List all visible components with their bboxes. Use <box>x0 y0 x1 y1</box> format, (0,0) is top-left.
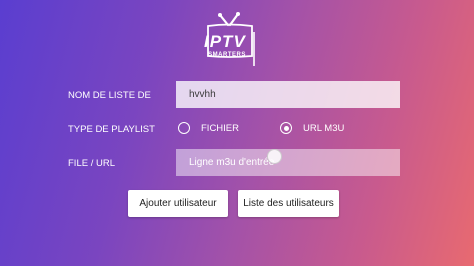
user-list-button[interactable]: Liste des utilisateurs <box>238 190 339 217</box>
radio-fichier[interactable]: FICHIER <box>178 121 239 135</box>
file-url-input[interactable]: Ligne m3u d'entrée <box>176 149 400 176</box>
playlist-name-input[interactable]: hvvhh <box>176 81 400 108</box>
radio-url-m3u[interactable]: URL M3U <box>280 121 344 135</box>
radio-checked-icon[interactable] <box>280 122 292 134</box>
add-user-button[interactable]: Ajouter utilisateur <box>128 190 228 217</box>
login-screen: IPTV SMARTERS NOM DE LISTE DE hvvhh TYPE… <box>0 0 474 266</box>
file-url-label: FILE / URL <box>68 158 115 169</box>
playlist-type-label: TYPE DE PLAYLIST <box>68 124 155 135</box>
touch-cursor-icon <box>267 149 282 164</box>
logo-main-text: IPTV <box>204 32 246 51</box>
playlist-name-label: NOM DE LISTE DE <box>68 90 151 101</box>
iptv-smarters-logo: IPTV SMARTERS <box>196 12 266 72</box>
logo-sub-text: SMARTERS <box>208 52 246 58</box>
radio-fichier-label[interactable]: FICHIER <box>201 123 239 134</box>
radio-url-m3u-label[interactable]: URL M3U <box>303 123 344 134</box>
radio-unchecked-icon[interactable] <box>178 122 190 134</box>
